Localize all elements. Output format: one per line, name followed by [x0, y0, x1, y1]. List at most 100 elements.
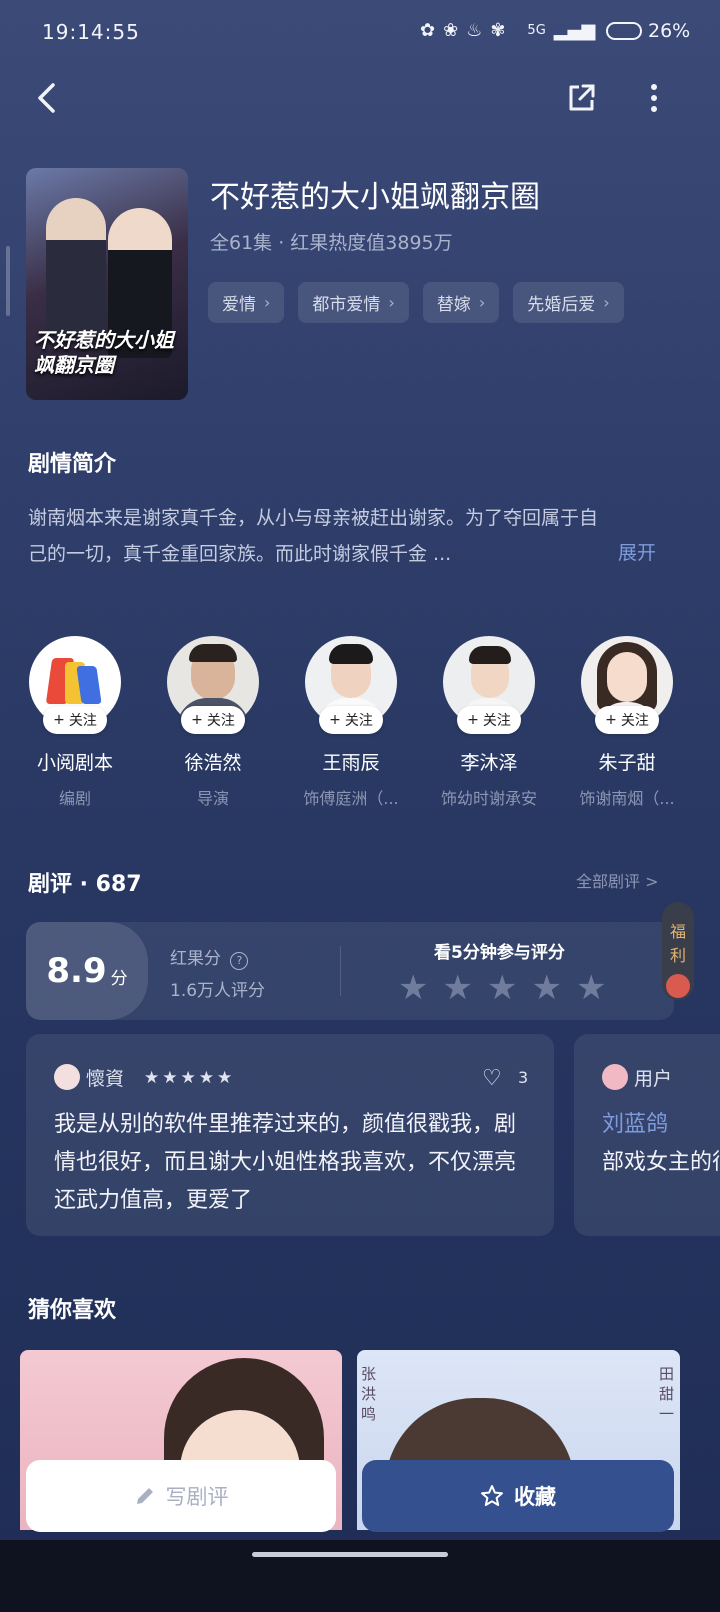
score-box: 8.9 分: [26, 922, 148, 1020]
cast-member[interactable]: + 关注 朱子甜 饰谢南烟（...: [579, 636, 675, 809]
card-vertical-text: 田甜一: [659, 1365, 675, 1423]
poster-title-art: 不好惹的大小姐飒翻京圈: [34, 328, 174, 377]
cast-name: 小阅剧本: [36, 752, 113, 774]
rate-prompt: 看5分钟参与评分: [434, 943, 565, 963]
edge-scroll-indicator: [6, 246, 10, 316]
chevron-right-icon: ›: [603, 293, 610, 312]
chevron-right-icon: ›: [264, 293, 271, 312]
plus-icon: +: [467, 712, 479, 728]
tag-list: 爱情 › 都市爱情 › 替嫁 › 先婚后爱 ›: [208, 282, 624, 323]
card-vertical-text: 张洪鸣: [361, 1365, 377, 1423]
back-button[interactable]: [24, 76, 68, 120]
cast-role: 导演: [196, 789, 229, 808]
coin-icon: [666, 974, 690, 998]
follow-button[interactable]: + 关注: [181, 706, 245, 734]
drama-title: 不好惹的大小姐飒翻京圈: [210, 180, 540, 215]
status-icons: ✿ ❀ ♨ ✾ 5G ▂▄▆: [420, 20, 595, 41]
review-stars: ★★★★★: [144, 1068, 236, 1088]
star-icon[interactable]: ★: [576, 968, 606, 1008]
home-indicator[interactable]: [252, 1552, 448, 1557]
review-mention[interactable]: 刘蓝鸽: [602, 1112, 668, 1137]
cast-name: 徐浩然: [184, 752, 242, 774]
drama-poster[interactable]: 不好惹的大小姐飒翻京圈: [26, 168, 188, 400]
review-text: 我是从别的软件里推荐过来的，颜值很戳我，剧情也很好，而且谢大小姐性格我喜欢，不仅…: [54, 1112, 517, 1213]
notification-icon: ✾: [490, 20, 506, 41]
score-value: 8.9: [46, 951, 107, 991]
plus-icon: +: [329, 712, 341, 728]
tag-chip[interactable]: 先婚后爱 ›: [513, 282, 624, 323]
review-username: 懷資: [86, 1068, 125, 1090]
follow-button[interactable]: + 关注: [43, 706, 107, 734]
cast-member[interactable]: + 关注 徐浩然 导演: [166, 636, 260, 809]
star-icon[interactable]: ★: [442, 968, 472, 1008]
star-icon[interactable]: ★: [531, 968, 561, 1008]
star-outline-icon: [481, 1485, 503, 1506]
score-count: 1.6万人评分: [170, 981, 266, 1001]
cast-role: 编剧: [58, 789, 91, 808]
reviews-heading: 剧评 · 687: [28, 872, 142, 897]
cast-role: 饰幼时谢承安: [440, 789, 537, 808]
tag-chip[interactable]: 替嫁 ›: [422, 282, 500, 323]
share-button[interactable]: [559, 76, 603, 120]
system-nav-bar: [0, 1540, 720, 1612]
signal-icon: ▂▄▆: [553, 20, 596, 41]
chevron-right-icon: ›: [478, 293, 486, 312]
star-icon[interactable]: ★: [398, 968, 428, 1008]
tag-chip[interactable]: 都市爱情 ›: [298, 282, 409, 323]
favorite-button[interactable]: 收藏: [362, 1460, 674, 1532]
back-icon: [38, 83, 55, 113]
plus-icon: +: [53, 712, 65, 728]
share-icon: [569, 84, 595, 111]
synopsis-heading: 剧情简介: [28, 452, 117, 477]
follow-button[interactable]: + 关注: [319, 706, 383, 734]
pencil-icon: [136, 1488, 153, 1504]
cast-role: 饰谢南烟（...: [579, 789, 675, 808]
star-icon[interactable]: ★: [487, 968, 517, 1008]
score-label: 红果分 ?: [170, 944, 249, 970]
poster-figure: [46, 198, 106, 338]
chevron-right-icon: ›: [388, 293, 395, 312]
recommend-heading: 猜你喜欢: [28, 1298, 117, 1323]
cast-name: 王雨辰: [322, 752, 380, 774]
battery-icon: [606, 22, 642, 40]
more-button[interactable]: [632, 76, 676, 120]
rating-stars[interactable]: ★ ★ ★ ★ ★: [398, 968, 606, 1008]
review-card[interactable]: 用户 刘蓝鸽 部戏女主的很爽。: [574, 1034, 720, 1236]
all-reviews-link[interactable]: 全部剧评 >: [576, 868, 659, 892]
network-label: 5G: [527, 23, 546, 38]
review-card[interactable]: 懷資 ★★★★★ ♡ 3 我是从别的软件里推荐过来的，颜值很戳我，剧情也很好，而…: [26, 1034, 554, 1236]
cast-role: 饰傅庭洲（...: [303, 789, 399, 808]
score-unit: 分: [110, 968, 128, 989]
cast-member[interactable]: + 关注 李沐泽 饰幼时谢承安: [441, 636, 537, 809]
divider: [340, 946, 341, 996]
write-review-button[interactable]: 写剧评: [26, 1460, 336, 1532]
follow-button[interactable]: + 关注: [457, 706, 521, 734]
score-card: 8.9 分 红果分 ? 1.6万人评分 看5分钟参与评分 ★ ★ ★ ★ ★: [26, 922, 674, 1020]
app-logo-icon: [45, 658, 102, 704]
more-icon: [651, 84, 657, 112]
plus-icon: +: [191, 712, 203, 728]
tag-chip[interactable]: 爱情 ›: [208, 282, 285, 323]
battery-indicator: 26%: [606, 20, 690, 42]
cast-name: 李沐泽: [460, 752, 518, 774]
battery-percent: 26%: [648, 20, 691, 42]
like-icon[interactable]: ♡: [482, 1066, 502, 1091]
notification-icon: ✿: [420, 20, 436, 41]
cast-member[interactable]: + 关注 王雨辰 饰傅庭洲（...: [303, 636, 399, 809]
help-icon[interactable]: ?: [230, 952, 249, 970]
avatar: [602, 1064, 628, 1090]
notification-icon: ❀: [443, 20, 459, 41]
cast-member[interactable]: + 关注 小阅剧本 编剧: [28, 636, 122, 809]
cast-list: + 关注 小阅剧本 编剧 + 关注 徐浩然 导演 + 关注 王雨辰 饰傅庭洲（... …: [28, 636, 675, 809]
drama-meta: 全61集 · 红果热度值3895万: [210, 232, 453, 254]
review-text: 刘蓝鸽 部戏女主的很爽。: [602, 1112, 720, 1175]
notification-icon: ♨: [466, 20, 483, 41]
welfare-badge[interactable]: 福 利: [662, 902, 694, 1000]
avatar: [54, 1064, 80, 1090]
plus-icon: +: [605, 712, 617, 728]
synopsis-text: 谢南烟本来是谢家真千金，从小与母亲被赶出谢家。为了夺回属于自己的一切，真千金重回…: [28, 507, 599, 565]
like-count: 3: [518, 1068, 529, 1087]
follow-button[interactable]: + 关注: [595, 706, 659, 734]
cast-name: 朱子甜: [598, 752, 656, 774]
synopsis-expand-link[interactable]: 展开: [618, 538, 656, 565]
